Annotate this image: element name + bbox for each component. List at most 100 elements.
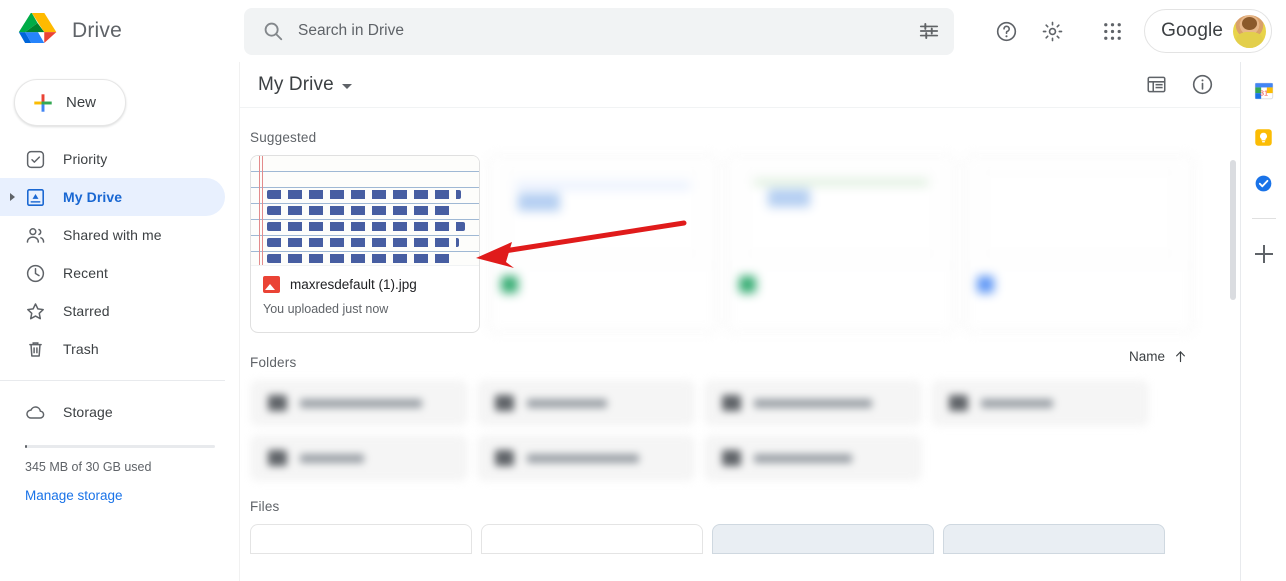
file-item[interactable]: [250, 524, 472, 554]
folder-icon: [495, 450, 514, 466]
suggested-card[interactable]: [726, 155, 956, 333]
file-thumbnail: [489, 156, 717, 266]
new-button-label: New: [66, 94, 97, 111]
expand-caret-icon[interactable]: [10, 193, 15, 201]
sidebar-item-my-drive[interactable]: My Drive: [0, 178, 225, 216]
folder-icon: [495, 395, 514, 411]
avatar[interactable]: [1233, 14, 1266, 48]
folder-name: [300, 453, 364, 463]
svg-text:31: 31: [1259, 89, 1267, 98]
search-bar[interactable]: [244, 7, 954, 55]
brand-area[interactable]: Drive: [0, 12, 240, 49]
docs-file-icon: [977, 276, 994, 293]
file-name: maxresdefault (1).jpg: [290, 277, 417, 292]
image-file-icon: [263, 276, 280, 293]
google-tasks-icon[interactable]: [1249, 168, 1279, 198]
sidebar-item-label: Priority: [63, 151, 108, 167]
suggested-card[interactable]: [488, 155, 718, 333]
sidebar-item-storage[interactable]: Storage: [0, 393, 225, 431]
account-label: Google: [1161, 20, 1223, 41]
suggested-card[interactable]: [964, 155, 1194, 333]
sidebar-item-label: Storage: [63, 404, 113, 420]
folder-item[interactable]: [704, 380, 922, 426]
help-circle-icon[interactable]: [986, 11, 1026, 51]
cloud-icon: [25, 402, 46, 423]
gear-icon[interactable]: [1032, 11, 1072, 51]
sidebar-item-label: Trash: [63, 341, 99, 357]
file-item[interactable]: [712, 524, 934, 554]
page-title: My Drive: [258, 73, 334, 95]
add-panel-button[interactable]: [1249, 239, 1279, 269]
body-area: New Priority My Drive Shared with me Rec…: [0, 62, 1286, 581]
folder-name: [754, 453, 852, 463]
folder-item[interactable]: [477, 380, 695, 426]
folder-item[interactable]: [931, 380, 1149, 426]
star-icon: [25, 301, 46, 322]
folder-icon: [949, 395, 968, 411]
folder-icon: [268, 395, 287, 411]
suggested-grid: maxresdefault (1).jpg You uploaded just …: [250, 155, 1240, 333]
file-meta: You uploaded just now: [263, 302, 389, 316]
folder-item[interactable]: [250, 380, 468, 426]
sidebar-item-recent[interactable]: Recent: [0, 254, 225, 292]
check-circle-icon: [25, 149, 46, 170]
chevron-down-icon[interactable]: [341, 83, 352, 89]
folder-item[interactable]: [477, 435, 695, 481]
file-item[interactable]: [943, 524, 1165, 554]
folder-name: [527, 398, 607, 408]
scrollbar-thumb[interactable]: [1230, 160, 1236, 300]
sidebar-item-starred[interactable]: Starred: [0, 292, 225, 330]
storage-progress: [25, 445, 215, 448]
sort-control[interactable]: Name: [1129, 349, 1188, 364]
file-thumbnail: [965, 156, 1193, 266]
sidebar-item-trash[interactable]: Trash: [0, 330, 225, 368]
storage-bar-track: [25, 445, 215, 448]
files-grid: [250, 524, 1240, 554]
sidebar-divider: [0, 380, 225, 381]
search-icon: [262, 20, 284, 42]
folders-section-header: Folders Name: [250, 333, 1240, 380]
list-view-icon[interactable]: [1136, 65, 1176, 105]
clock-icon: [25, 263, 46, 284]
storage-bar-fill: [25, 445, 28, 448]
new-button[interactable]: New: [14, 79, 126, 126]
files-section-title: Files: [250, 499, 280, 514]
folder-name: [527, 453, 639, 463]
google-keep-icon[interactable]: [1249, 122, 1279, 152]
sidebar-item-priority[interactable]: Priority: [0, 140, 225, 178]
file-item[interactable]: [481, 524, 703, 554]
sidebar-item-label: My Drive: [63, 189, 123, 205]
folder-item[interactable]: [704, 435, 922, 481]
sort-label: Name: [1128, 349, 1165, 364]
folders-section-title: Folders: [250, 355, 297, 370]
plus-icon: [1253, 243, 1275, 265]
my-drive-icon: [25, 187, 46, 208]
search-input[interactable]: [298, 22, 904, 40]
topbar-right-actions: Google: [986, 9, 1286, 53]
main-content: My Drive Suggested maxresdefault (1).jpg…: [240, 62, 1240, 581]
folder-name: [754, 398, 872, 408]
google-calendar-icon[interactable]: 31: [1249, 76, 1279, 106]
view-actions: [1136, 65, 1222, 105]
account-chip[interactable]: Google: [1144, 9, 1272, 53]
breadcrumb[interactable]: My Drive: [250, 70, 360, 100]
folder-name: [300, 398, 422, 408]
folder-name: [981, 398, 1053, 408]
drive-scroll-area[interactable]: Suggested maxresdefault (1).jpg You uplo…: [240, 108, 1240, 581]
folder-item[interactable]: [250, 435, 468, 481]
people-icon: [25, 225, 46, 246]
arrow-up-icon[interactable]: [1173, 349, 1188, 364]
vertical-scrollbar[interactable]: [1229, 160, 1237, 581]
rail-divider: [1251, 218, 1276, 219]
apps-grid-icon[interactable]: [1092, 11, 1132, 51]
info-circle-icon[interactable]: [1182, 65, 1222, 105]
sidebar-item-label: Recent: [63, 265, 108, 281]
folder-icon: [722, 395, 741, 411]
google-drive-logo-icon: [18, 12, 58, 49]
folder-icon: [268, 450, 287, 466]
brand-name: Drive: [72, 19, 123, 42]
tune-options-icon[interactable]: [918, 20, 940, 42]
manage-storage-link[interactable]: Manage storage: [25, 488, 123, 503]
sidebar-item-shared-with-me[interactable]: Shared with me: [0, 216, 225, 254]
suggested-card[interactable]: maxresdefault (1).jpg You uploaded just …: [250, 155, 480, 333]
